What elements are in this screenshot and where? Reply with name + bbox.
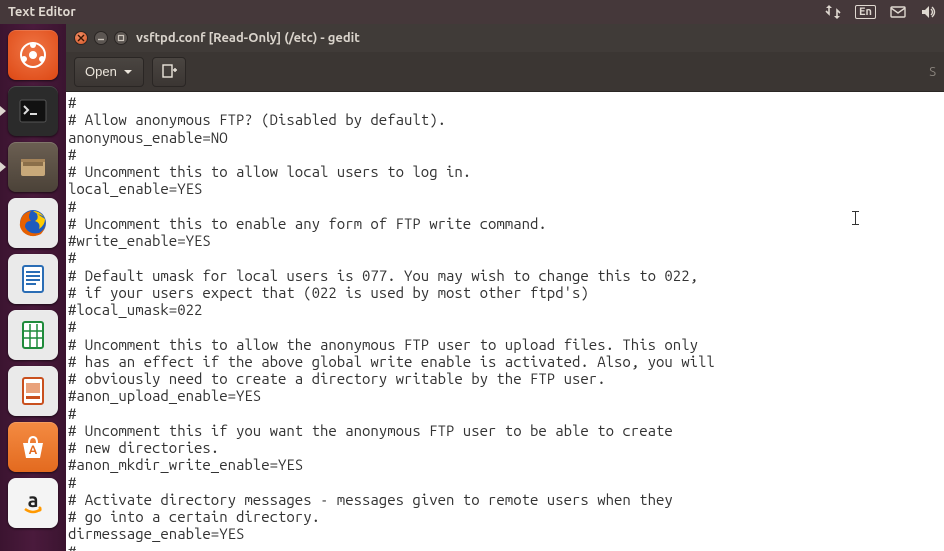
svg-text:A: A: [29, 444, 38, 457]
open-button-label: Open: [85, 64, 117, 79]
unity-launcher: A a: [0, 24, 66, 551]
gedit-toolbar: Open S: [66, 52, 944, 92]
window-maximize-button[interactable]: [114, 31, 128, 45]
window-minimize-button[interactable]: [94, 31, 108, 45]
launcher-writer[interactable]: [8, 254, 58, 304]
network-icon[interactable]: [825, 4, 841, 20]
gedit-window: vsftpd.conf [Read-Only] (/etc) - gedit O…: [66, 24, 944, 551]
svg-text:a: a: [28, 488, 39, 511]
editor-content: # # Allow anonymous FTP? (Disabled by de…: [68, 94, 715, 551]
sound-icon[interactable]: [920, 4, 936, 20]
open-button[interactable]: Open: [74, 57, 144, 87]
window-close-button[interactable]: [74, 31, 88, 45]
keyboard-indicator[interactable]: En: [855, 5, 876, 19]
window-titlebar[interactable]: vsftpd.conf [Read-Only] (/etc) - gedit: [66, 24, 944, 52]
editor-textarea[interactable]: # # Allow anonymous FTP? (Disabled by de…: [66, 92, 944, 551]
save-button-partial[interactable]: S: [929, 65, 936, 79]
new-tab-button[interactable]: [152, 57, 186, 87]
launcher-terminal[interactable]: [8, 86, 58, 136]
launcher-impress[interactable]: [8, 366, 58, 416]
app-title: Text Editor: [8, 5, 825, 19]
launcher-software[interactable]: A: [8, 422, 58, 472]
menu-bar: Text Editor En: [0, 0, 944, 24]
launcher-files[interactable]: [8, 142, 58, 192]
launcher-firefox[interactable]: [8, 198, 58, 248]
new-document-icon: [160, 63, 178, 81]
running-indicator-icon: [0, 162, 6, 172]
running-indicator-icon: [0, 106, 6, 116]
launcher-dash[interactable]: [8, 30, 58, 80]
launcher-calc[interactable]: [8, 310, 58, 360]
launcher-amazon[interactable]: a: [8, 478, 58, 528]
mail-icon[interactable]: [890, 4, 906, 20]
window-controls: [74, 31, 128, 45]
indicator-area: En: [825, 4, 936, 20]
text-cursor-icon: [852, 210, 859, 226]
chevron-down-icon: [123, 67, 133, 77]
window-title: vsftpd.conf [Read-Only] (/etc) - gedit: [136, 31, 360, 45]
